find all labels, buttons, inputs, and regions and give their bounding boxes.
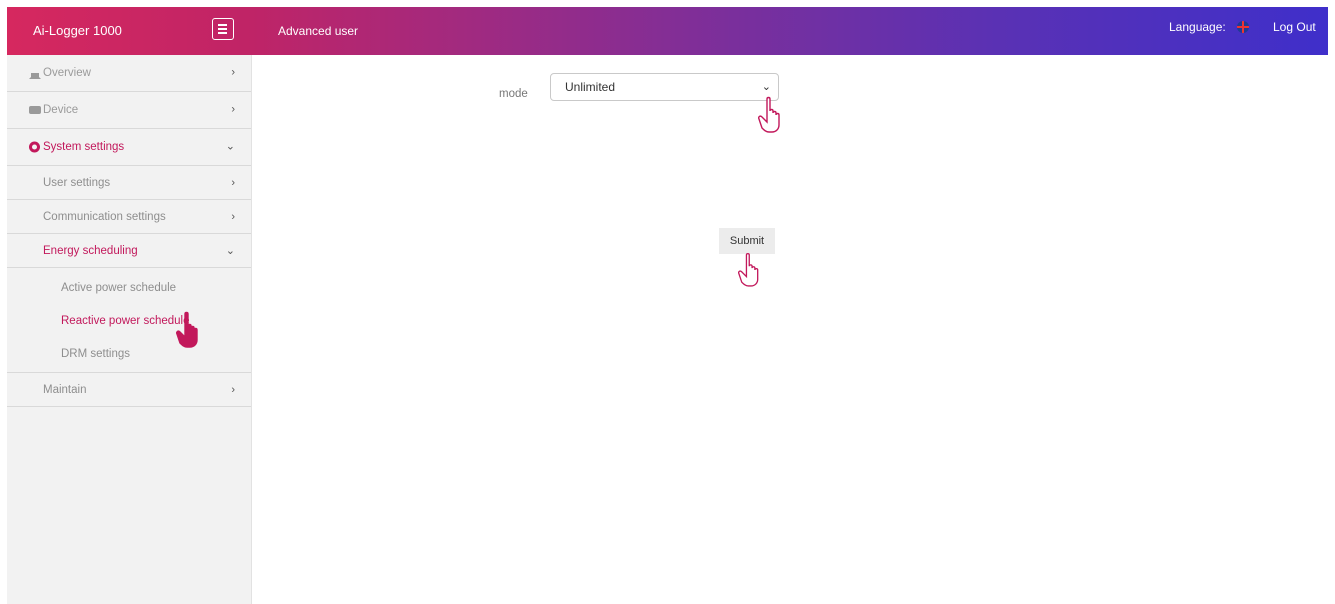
home-icon xyxy=(29,67,41,79)
sidebar-item-communication-settings[interactable]: Communication settings › xyxy=(7,200,251,234)
sidebar-item-label: Device xyxy=(43,104,79,116)
chevron-down-icon: ⌄ xyxy=(225,140,235,153)
pointer-hand-icon xyxy=(738,252,759,287)
chevron-right-icon: › xyxy=(231,66,235,79)
gear-icon xyxy=(29,141,40,153)
chevron-right-icon: › xyxy=(231,176,235,189)
sidebar: Overview › Device › System settings ⌄ Us… xyxy=(7,55,252,604)
top-header: Ai-Logger 1000 Advanced user Language: L… xyxy=(7,7,1328,72)
logout-button[interactable]: Log Out xyxy=(1273,7,1328,87)
sidebar-item-label: Maintain xyxy=(43,384,87,396)
sidebar-item-maintain[interactable]: Maintain › xyxy=(7,373,251,407)
sidebar-item-label: DRM settings xyxy=(61,348,131,360)
brand-title: Ai-Logger 1000 xyxy=(33,23,122,38)
hamburger-menu-button[interactable] xyxy=(212,18,234,40)
mode-select[interactable]: Unlimited ⌄ xyxy=(550,73,779,101)
logout-icon xyxy=(1277,62,1287,72)
sidebar-item-label: System settings xyxy=(43,141,125,153)
sidebar-item-system-settings[interactable]: System settings ⌄ xyxy=(7,129,251,166)
pointer-hand-icon xyxy=(176,311,198,348)
uk-flag-icon[interactable] xyxy=(1237,21,1249,33)
user-role: Advanced user xyxy=(278,24,359,38)
energy-scheduling-submenu: Active power schedule Reactive power sch… xyxy=(7,268,251,373)
chevron-right-icon: › xyxy=(231,103,235,116)
sidebar-item-label: Active power schedule xyxy=(61,282,177,294)
sidebar-item-drm-settings[interactable]: DRM settings xyxy=(7,338,251,371)
sidebar-item-user-settings[interactable]: User settings › xyxy=(7,166,251,200)
logout-label: Log Out xyxy=(1273,20,1316,34)
sidebar-item-label: User settings xyxy=(43,177,111,189)
chevron-down-icon: ⌄ xyxy=(225,244,235,257)
menu-icon xyxy=(218,24,227,26)
sidebar-item-label: Energy scheduling xyxy=(43,245,138,257)
chevron-right-icon: › xyxy=(231,210,235,223)
pointer-hand-icon xyxy=(758,96,780,133)
sidebar-item-device[interactable]: Device › xyxy=(7,92,251,129)
sidebar-item-reactive-power-schedule[interactable]: Reactive power schedule xyxy=(7,305,251,338)
sidebar-item-active-power-schedule[interactable]: Active power schedule xyxy=(7,272,251,305)
chevron-right-icon: › xyxy=(231,383,235,396)
language-label: Language: xyxy=(1169,20,1226,34)
sidebar-item-energy-scheduling[interactable]: Energy scheduling ⌄ xyxy=(7,234,251,268)
sidebar-item-label: Overview xyxy=(43,67,91,79)
sidebar-item-label: Reactive power schedule xyxy=(61,315,190,327)
mode-label: mode xyxy=(499,88,528,100)
device-icon xyxy=(29,106,41,114)
sidebar-item-label: Communication settings xyxy=(43,211,166,223)
mode-select-value: Unlimited xyxy=(565,80,616,94)
app-root: Ai-Logger 1000 Advanced user Language: L… xyxy=(7,7,1328,604)
sidebar-item-overview[interactable]: Overview › xyxy=(7,55,251,92)
